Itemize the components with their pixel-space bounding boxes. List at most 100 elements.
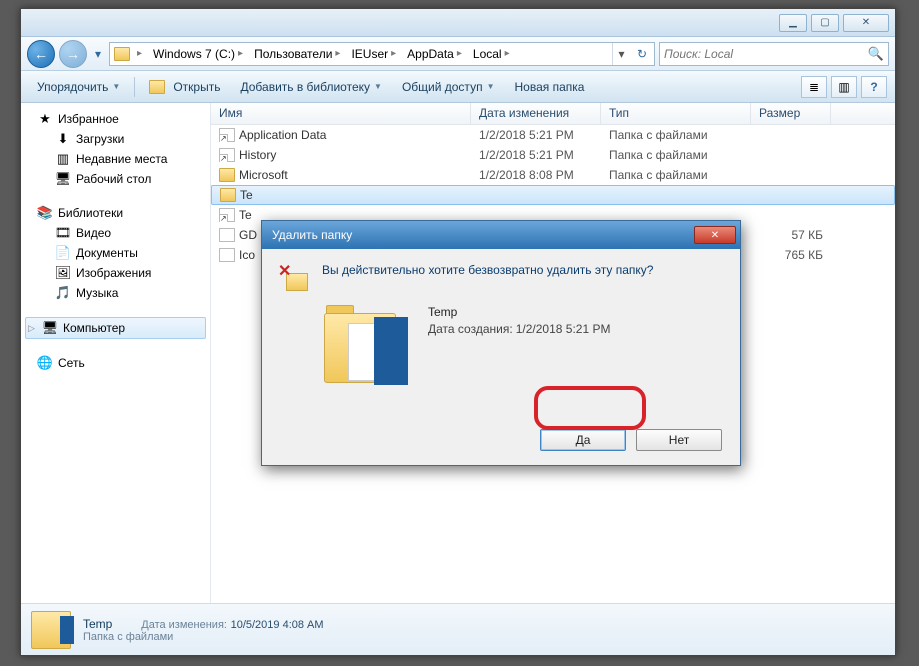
file-name: Ico <box>239 248 255 262</box>
star-icon: ★ <box>37 111 53 127</box>
navbar: ← → ▾ ▸ Windows 7 (C:)▸ Пользователи▸ IE… <box>21 37 895 71</box>
column-headers: Имя Дата изменения Тип Размер <box>211 103 895 125</box>
share-menu[interactable]: Общий доступ▼ <box>394 77 503 97</box>
file-icon <box>219 228 235 242</box>
shortcut-icon <box>219 208 235 222</box>
file-name: Microsoft <box>239 168 288 182</box>
close-button[interactable]: ✕ <box>843 14 889 32</box>
preview-pane-button[interactable]: ▥ <box>831 76 857 98</box>
picture-icon: 🖼 <box>55 265 71 281</box>
file-row[interactable]: History1/2/2018 5:21 PMПапка с файлами <box>211 145 895 165</box>
dialog-title: Удалить папку <box>272 228 352 242</box>
recent-icon: ▥ <box>55 151 71 167</box>
file-size: 57 КБ <box>751 228 831 242</box>
file-modified: 1/2/2018 5:21 PM <box>471 128 601 142</box>
sidebar-item-recent[interactable]: ▥Недавние места <box>21 149 210 169</box>
details-type: Папка с файлами <box>83 631 324 643</box>
file-modified: 1/2/2018 8:08 PM <box>471 168 601 182</box>
dialog-close-button[interactable]: ✕ <box>694 226 736 244</box>
folder-icon <box>114 47 130 61</box>
desktop-icon: 🖥 <box>55 171 71 187</box>
breadcrumb-seg[interactable]: Пользователи▸ <box>250 43 347 65</box>
new-folder-button[interactable]: Новая папка <box>506 77 592 97</box>
sidebar-item-desktop[interactable]: 🖥Рабочий стол <box>21 169 210 189</box>
address-bar[interactable]: ▸ Windows 7 (C:)▸ Пользователи▸ IEUser▸ … <box>109 42 655 66</box>
col-modified[interactable]: Дата изменения <box>471 103 601 124</box>
file-row[interactable]: Microsoft 1/2/2018 8:08 PMПапка с файлами <box>211 165 895 185</box>
file-name: Te <box>240 188 253 202</box>
dialog-titlebar: Удалить папку ✕ <box>262 221 740 249</box>
computer-icon: 🖥 <box>42 320 58 336</box>
file-name: Application Data <box>239 128 326 142</box>
search-input[interactable] <box>664 47 868 61</box>
back-button[interactable]: ← <box>27 40 55 68</box>
file-row[interactable]: Application Data 1/2/2018 5:21 PMПапка с … <box>211 125 895 145</box>
no-button[interactable]: Нет <box>636 429 722 451</box>
folder-preview-icon <box>322 305 412 391</box>
document-icon: 📄 <box>55 245 71 261</box>
view-mode-button[interactable]: ≣ <box>801 76 827 98</box>
delete-folder-icon: ✕ <box>280 263 308 291</box>
sidebar: ★Избранное ⬇Загрузки ▥Недавние места 🖥Ра… <box>21 103 211 603</box>
libraries-icon: 📚 <box>37 205 53 221</box>
sidebar-libraries-head[interactable]: 📚Библиотеки <box>21 203 210 223</box>
folder-icon <box>149 80 165 94</box>
folder-icon <box>220 188 236 202</box>
sidebar-item-pictures[interactable]: 🖼Изображения <box>21 263 210 283</box>
dialog-created-label: Дата создания: <box>428 322 513 336</box>
file-type: Папка с файлами <box>601 128 751 142</box>
dialog-item-name: Temp <box>428 305 610 319</box>
sidebar-item-music[interactable]: 🎵Музыка <box>21 283 210 303</box>
details-modified: 10/5/2019 4:08 AM <box>231 619 324 631</box>
breadcrumb-seg[interactable]: AppData▸ <box>403 43 469 65</box>
breadcrumb-seg[interactable]: Windows 7 (C:)▸ <box>149 43 250 65</box>
col-type[interactable]: Тип <box>601 103 751 124</box>
shortcut-icon <box>219 148 235 162</box>
yes-button[interactable]: Да <box>540 429 626 451</box>
music-icon: 🎵 <box>55 285 71 301</box>
details-name: Temp <box>83 617 112 631</box>
sidebar-item-downloads[interactable]: ⬇Загрузки <box>21 129 210 149</box>
breadcrumb-seg[interactable]: Local▸ <box>469 43 517 65</box>
search-box[interactable]: 🔍 <box>659 42 889 66</box>
file-modified: 1/2/2018 5:21 PM <box>471 148 601 162</box>
file-name: Te <box>239 208 252 222</box>
sidebar-item-documents[interactable]: 📄Документы <box>21 243 210 263</box>
file-name: GD <box>239 228 257 242</box>
delete-folder-dialog: Удалить папку ✕ ✕ Вы действительно хотит… <box>261 220 741 466</box>
shortcut-icon <box>219 128 235 142</box>
col-name[interactable]: Имя <box>211 103 471 124</box>
file-icon <box>219 248 235 262</box>
maximize-button[interactable]: ▢ <box>811 14 839 32</box>
network-icon: 🌐 <box>37 355 53 371</box>
breadcrumb-seg[interactable]: IEUser▸ <box>347 43 403 65</box>
dialog-question: Вы действительно хотите безвозвратно уда… <box>322 263 653 277</box>
address-dropdown[interactable]: ▾ <box>612 43 630 65</box>
dialog-created: 1/2/2018 5:21 PM <box>516 322 611 336</box>
history-dropdown[interactable]: ▾ <box>91 41 105 67</box>
sidebar-network-head[interactable]: 🌐Сеть <box>21 353 210 373</box>
file-row[interactable]: Te <box>211 185 895 205</box>
titlebar: ▁ ▢ ✕ <box>21 9 895 37</box>
refresh-button[interactable]: ↻ <box>630 43 654 65</box>
sidebar-favorites-head[interactable]: ★Избранное <box>21 109 210 129</box>
sidebar-computer-head[interactable]: ▷🖥Компьютер <box>25 317 206 339</box>
search-icon: 🔍 <box>868 46 884 62</box>
file-name: History <box>239 148 276 162</box>
organize-menu[interactable]: Упорядочить▼ <box>29 77 128 97</box>
file-type: Папка с файлами <box>601 168 751 182</box>
details-pane: Temp Дата изменения: 10/5/2019 4:08 AM П… <box>21 603 895 655</box>
col-size[interactable]: Размер <box>751 103 831 124</box>
details-modified-label: Дата изменения: <box>141 619 227 631</box>
folder-icon <box>219 168 235 182</box>
toolbar: Упорядочить▼ Открыть Добавить в библиоте… <box>21 71 895 103</box>
file-size: 765 КБ <box>751 248 831 262</box>
download-icon: ⬇ <box>55 131 71 147</box>
forward-button[interactable]: → <box>59 40 87 68</box>
open-button[interactable]: Открыть <box>141 77 228 97</box>
add-to-library-menu[interactable]: Добавить в библиотеку▼ <box>232 77 389 97</box>
help-button[interactable]: ? <box>861 76 887 98</box>
minimize-button[interactable]: ▁ <box>779 14 807 32</box>
sidebar-item-video[interactable]: 🎞Видео <box>21 223 210 243</box>
video-icon: 🎞 <box>55 225 71 241</box>
